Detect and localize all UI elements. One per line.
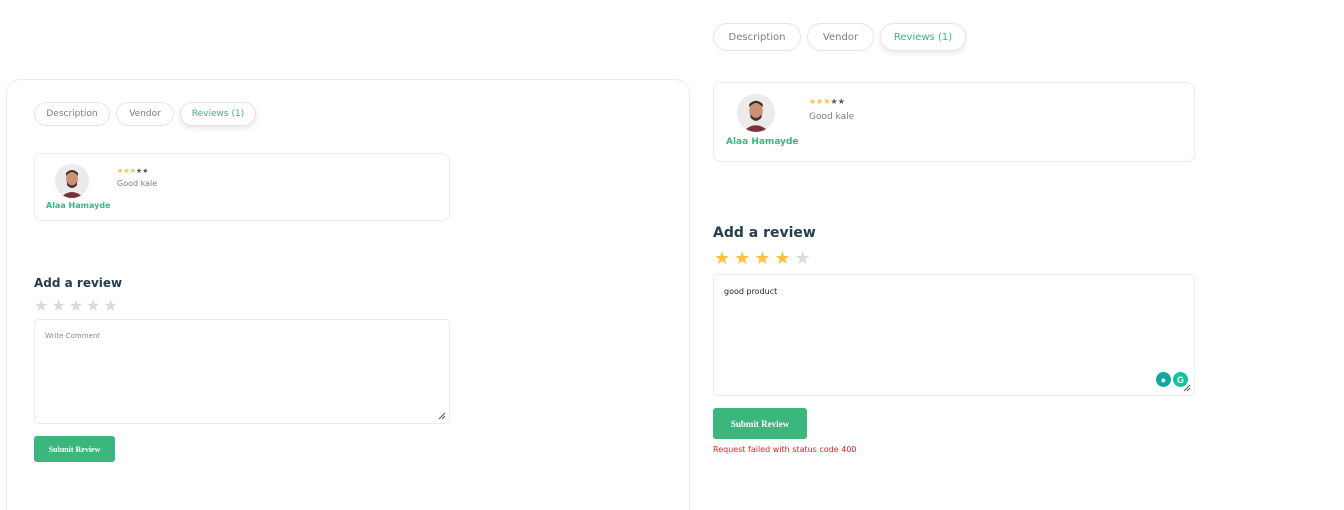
star-empty-icon[interactable]: ★: [86, 298, 100, 314]
error-message: Request failed with status code 400: [713, 445, 857, 454]
rating-input[interactable]: ★ ★ ★ ★ ★: [34, 298, 121, 314]
star-filled-icon: ★: [816, 97, 824, 106]
comment-placeholder: Write Comment: [45, 332, 101, 340]
star-empty-icon[interactable]: ★: [103, 298, 117, 314]
left-tabs: Description Vendor Reviews (1): [34, 102, 256, 126]
review-text: Good kale: [117, 179, 158, 188]
tab-reviews[interactable]: Reviews (1): [880, 23, 966, 51]
avatar: [55, 164, 89, 198]
review-rating-stars: ★ ★ ★ ★ ★: [809, 98, 845, 106]
star-empty-icon[interactable]: ★: [34, 298, 48, 314]
avatar: [737, 94, 775, 132]
add-review-title: Add a review: [713, 225, 816, 241]
comment-textarea[interactable]: good product ● G: [713, 274, 1195, 396]
tab-vendor[interactable]: Vendor: [807, 23, 874, 51]
star-filled-icon[interactable]: ★: [774, 250, 790, 268]
reviewer-name: Alaa Hamayde: [726, 137, 799, 147]
submit-review-button[interactable]: Submit Review: [713, 408, 807, 439]
resize-handle-icon[interactable]: [1183, 384, 1191, 392]
star-filled-icon: ★: [809, 97, 817, 106]
comment-textarea[interactable]: Write Comment: [34, 319, 450, 424]
resize-handle-icon[interactable]: [438, 412, 446, 420]
star-empty-icon[interactable]: ★: [795, 250, 811, 268]
star-empty-icon: ★: [837, 97, 845, 106]
review-rating-stars: ★ ★ ★ ★ ★: [117, 168, 148, 175]
star-empty-icon: ★: [830, 97, 838, 106]
star-filled-icon[interactable]: ★: [734, 250, 750, 268]
tab-description[interactable]: Description: [34, 102, 110, 126]
left-product-details-panel: Description Vendor Reviews (1) ★ ★ ★ ★ ★ Goo…: [6, 79, 690, 510]
right-tabs: Description Vendor Reviews (1): [713, 23, 966, 51]
star-empty-icon[interactable]: ★: [51, 298, 65, 314]
star-filled-icon[interactable]: ★: [754, 250, 770, 268]
submit-review-button[interactable]: Submit Review: [34, 436, 115, 462]
star-filled-icon[interactable]: ★: [714, 250, 730, 268]
rating-input[interactable]: ★ ★ ★ ★ ★: [714, 250, 815, 268]
star-filled-icon: ★: [823, 97, 831, 106]
reviewer-name: Alaa Hamayde: [46, 201, 111, 210]
tab-description[interactable]: Description: [713, 23, 801, 51]
lightbulb-icon[interactable]: ●: [1156, 372, 1171, 387]
right-product-details-panel: Description Vendor Reviews (1) ★ ★ ★ ★ ★ Goo…: [700, 0, 1220, 503]
star-empty-icon: ★: [142, 167, 149, 175]
review-text: Good kale: [809, 112, 855, 122]
star-empty-icon[interactable]: ★: [69, 298, 83, 314]
add-review-title: Add a review: [34, 276, 123, 290]
comment-value: good product: [724, 287, 778, 296]
tab-reviews[interactable]: Reviews (1): [180, 102, 256, 126]
review-card: ★ ★ ★ ★ ★ Good kale Alaa Hamayde: [34, 153, 450, 221]
tab-vendor[interactable]: Vendor: [116, 102, 174, 126]
review-card: ★ ★ ★ ★ ★ Good kale Alaa Hamayde: [713, 82, 1195, 162]
